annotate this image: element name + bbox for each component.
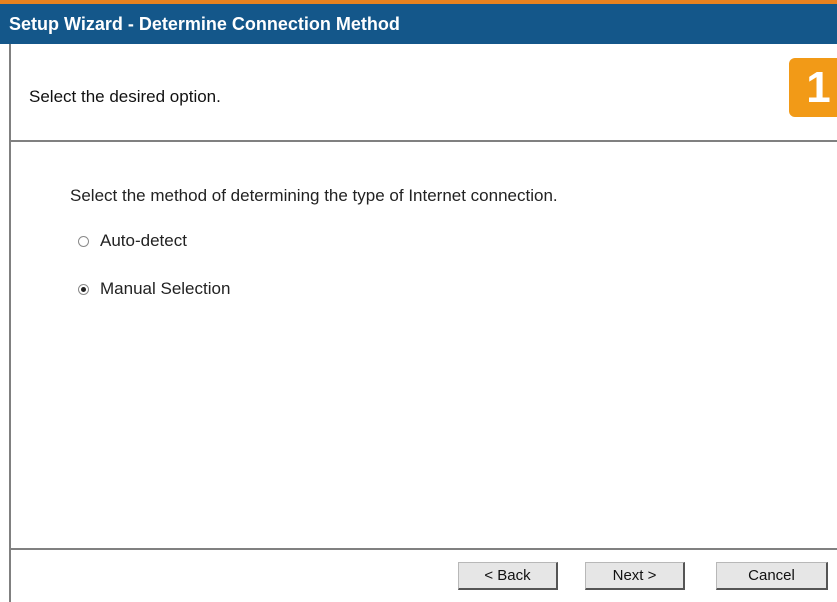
window-title: Setup Wizard - Determine Connection Meth… — [0, 4, 837, 44]
option-manual-selection[interactable]: Manual Selection — [78, 279, 230, 299]
connection-method-prompt: Select the method of determining the typ… — [70, 186, 558, 205]
cancel-button[interactable]: Cancel — [716, 562, 828, 590]
instruction-text: Select the desired option. — [29, 87, 221, 106]
auto-detect-radio[interactable] — [78, 235, 89, 247]
footer-divider — [9, 548, 837, 550]
back-button[interactable]: < Back — [458, 562, 558, 590]
step-number-badge: 1 — [789, 58, 837, 117]
option-auto-detect[interactable]: Auto-detect — [78, 231, 187, 251]
manual-selection-radio[interactable] — [78, 283, 89, 295]
instruction-header: Select the desired option. 1 — [9, 44, 837, 142]
next-button[interactable]: Next > — [585, 562, 685, 590]
auto-detect-label: Auto-detect — [100, 231, 187, 250]
manual-selection-label: Manual Selection — [100, 279, 231, 298]
